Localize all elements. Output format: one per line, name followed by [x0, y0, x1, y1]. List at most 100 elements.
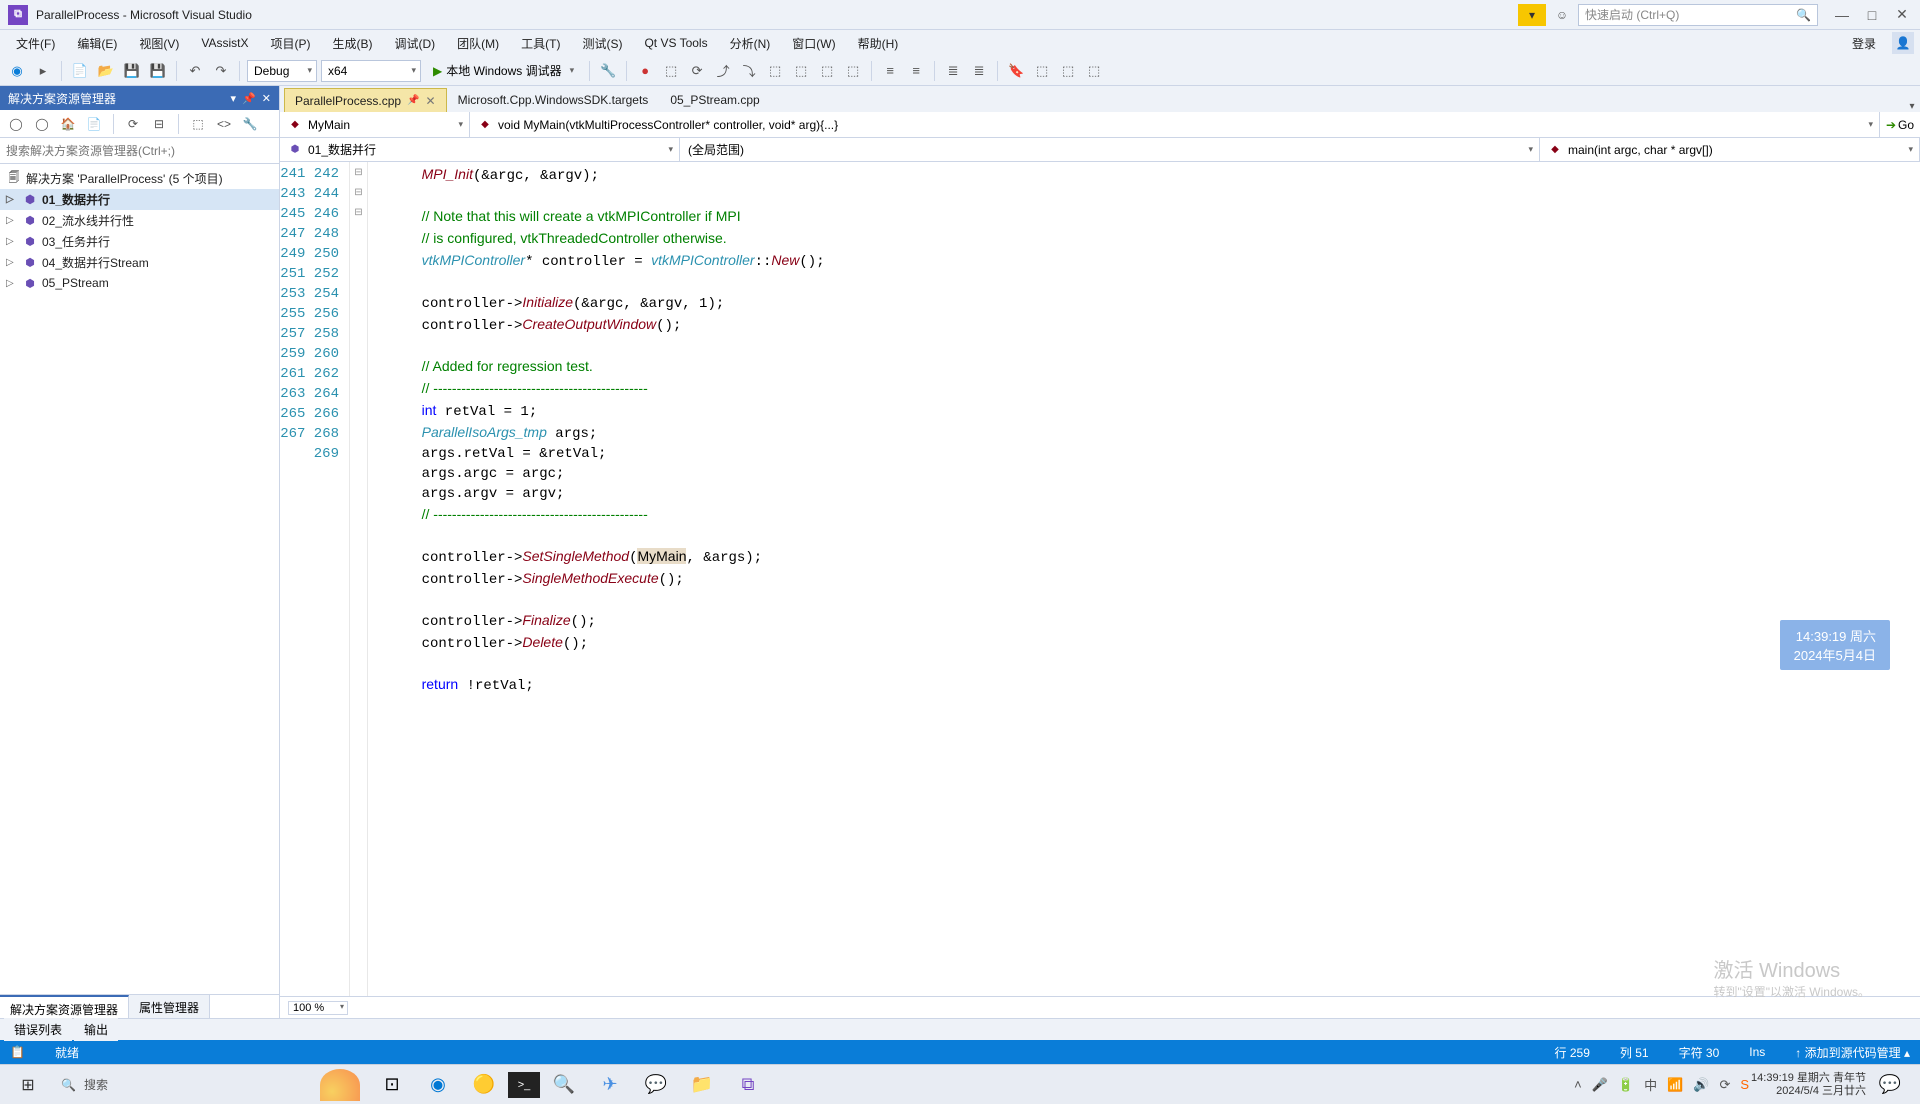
expand-icon[interactable]: ▷ — [6, 236, 18, 247]
solution-search-input[interactable] — [6, 144, 273, 158]
wechat-icon[interactable]: 💬 — [634, 1067, 678, 1103]
expand-icon[interactable]: ▷ — [6, 215, 18, 226]
everything-icon[interactable]: 🔍 — [542, 1067, 586, 1103]
tray-up-icon[interactable]: ˄ — [1574, 1077, 1582, 1092]
redo-button[interactable]: ↷ — [210, 60, 232, 82]
avatar-icon[interactable]: 👤 — [1892, 32, 1914, 54]
nav-function-dropdown[interactable]: ◆ void MyMain(vtkMultiProcessController*… — [470, 112, 1880, 137]
maximize-button[interactable]: □ — [1862, 5, 1882, 25]
tb-icon-17[interactable]: ⬚ — [1083, 60, 1105, 82]
notifications-icon[interactable]: 💬 — [1868, 1067, 1912, 1103]
new-project-button[interactable]: 📄 — [69, 60, 91, 82]
tab-output[interactable]: 输出 — [74, 1018, 118, 1041]
tb-icon-5[interactable]: ⤴ — [712, 60, 734, 82]
sol-sync-icon[interactable]: 📄 — [84, 114, 104, 134]
run-button[interactable]: ▶ 本地 Windows 调试器 ▾ — [425, 60, 582, 82]
tab-error-list[interactable]: 错误列表 — [4, 1018, 72, 1041]
config-dropdown[interactable]: Debug — [247, 60, 317, 82]
sync-icon[interactable]: ⟳ — [1719, 1077, 1730, 1093]
tb-icon-12[interactable]: ≡ — [905, 60, 927, 82]
menu-tools[interactable]: 工具(T) — [511, 32, 570, 55]
sol-props-icon[interactable]: 🔧 — [240, 114, 260, 134]
tb-icon-10[interactable]: ⬚ — [842, 60, 864, 82]
chrome-icon[interactable]: 🟡 — [462, 1067, 506, 1103]
fold-column[interactable]: ⊟ ⊟ ⊟ — [350, 162, 368, 996]
tb-icon-11[interactable]: ≡ — [879, 60, 901, 82]
login-link[interactable]: 登录 — [1842, 32, 1886, 55]
tb-icon-15[interactable]: ⬚ — [1031, 60, 1053, 82]
project-item[interactable]: ▷ ⬢ 01_数据并行 — [0, 189, 279, 210]
sol-back-icon[interactable]: ◯ — [6, 114, 26, 134]
menu-edit[interactable]: 编辑(E) — [67, 32, 127, 55]
sol-code-icon[interactable]: <> — [214, 114, 234, 134]
pin-icon[interactable]: 📌 — [242, 92, 256, 105]
notification-button[interactable]: ▾ — [1518, 4, 1546, 26]
feedback-button[interactable]: ☺ — [1552, 5, 1572, 25]
tb-icon-6[interactable]: ⤵ — [738, 60, 760, 82]
tab-overflow-icon[interactable]: ▾ — [1904, 101, 1920, 112]
system-tray[interactable]: ˄ 🎤 🔋 中 📶 🔊 ⟳ S — [1574, 1075, 1749, 1094]
menu-view[interactable]: 视图(V) — [129, 32, 189, 55]
sol-refresh-icon[interactable]: ⟳ — [123, 114, 143, 134]
save-button[interactable]: 💾 — [121, 60, 143, 82]
editor-tab[interactable]: Microsoft.Cpp.WindowsSDK.targets — [447, 88, 660, 112]
menu-qt[interactable]: Qt VS Tools — [634, 33, 717, 53]
expand-icon[interactable]: ▷ — [6, 278, 18, 289]
menu-test[interactable]: 测试(S) — [572, 32, 632, 55]
go-button[interactable]: ➔ Go — [1880, 112, 1920, 137]
menu-help[interactable]: 帮助(H) — [848, 32, 909, 55]
edge-icon[interactable]: ◉ — [416, 1067, 460, 1103]
close-icon[interactable]: ✕ — [426, 94, 436, 108]
sol-home-icon[interactable]: 🏠 — [58, 114, 78, 134]
tb-icon-7[interactable]: ⬚ — [764, 60, 786, 82]
terminal-icon[interactable]: >_ — [508, 1072, 540, 1098]
tb-icon-13[interactable]: ≣ — [942, 60, 964, 82]
nav-project-dropdown[interactable]: ⬢ 01_数据并行 — [280, 138, 680, 161]
tb-icon-1[interactable]: 🔧 — [597, 60, 619, 82]
tb-icon-9[interactable]: ⬚ — [816, 60, 838, 82]
open-button[interactable]: 📂 — [95, 60, 117, 82]
minimize-button[interactable]: — — [1832, 5, 1852, 25]
vs-icon[interactable]: ⧉ — [726, 1067, 770, 1103]
volume-icon[interactable]: 🔊 — [1693, 1077, 1709, 1093]
code-editor[interactable]: 241 242 243 244 245 246 247 248 249 250 … — [280, 162, 1920, 996]
tb-icon-3[interactable]: ⬚ — [660, 60, 682, 82]
taskbar-clock[interactable]: 14:39:19 星期六 青年节 2024/5/4 三月廿六 — [1751, 1072, 1866, 1098]
project-item[interactable]: ▷ ⬢ 03_任务并行 — [0, 231, 279, 252]
tb-icon-4[interactable]: ⟳ — [686, 60, 708, 82]
editor-tab-active[interactable]: ParallelProcess.cpp 📌 ✕ — [284, 88, 447, 112]
status-source-control[interactable]: ↑ 添加到源代码管理 ▴ — [1795, 1044, 1910, 1061]
menu-debug[interactable]: 调试(D) — [384, 32, 445, 55]
editor-tab[interactable]: 05_PStream.cpp — [659, 88, 770, 112]
cortana-icon[interactable] — [320, 1069, 360, 1101]
sol-fwd-icon[interactable]: ◯ — [32, 114, 52, 134]
menu-team[interactable]: 团队(M) — [447, 32, 509, 55]
tab-solution-explorer[interactable]: 解决方案资源管理器 — [0, 995, 129, 1018]
battery-icon[interactable]: 🔋 — [1618, 1077, 1634, 1093]
menu-window[interactable]: 窗口(W) — [782, 32, 845, 55]
project-item[interactable]: ▷ ⬢ 02_流水线并行性 — [0, 210, 279, 231]
taskbar-search[interactable]: 🔍 搜索 — [50, 1069, 310, 1101]
tb-icon-8[interactable]: ⬚ — [790, 60, 812, 82]
expand-icon[interactable]: ▷ — [6, 194, 18, 205]
zoom-dropdown[interactable]: 100 % — [288, 1001, 348, 1015]
tb-icon-16[interactable]: ⬚ — [1057, 60, 1079, 82]
task-view-icon[interactable]: ⊡ — [370, 1067, 414, 1103]
platform-dropdown[interactable]: x64 — [321, 60, 421, 82]
expand-icon[interactable]: ▷ — [6, 257, 18, 268]
nav-fwd-button[interactable]: ▸ — [32, 60, 54, 82]
solution-root[interactable]: 🗐 解决方案 'ParallelProcess' (5 个项目) — [0, 168, 279, 189]
start-button[interactable]: ⊞ — [8, 1069, 48, 1101]
menu-vassist[interactable]: VAssistX — [191, 33, 258, 53]
tb-icon-2[interactable]: ● — [634, 60, 656, 82]
project-item[interactable]: ▷ ⬢ 04_数据并行Stream — [0, 252, 279, 273]
nav-back-button[interactable]: ◉ — [6, 60, 28, 82]
project-item[interactable]: ▷ ⬢ 05_PStream — [0, 273, 279, 293]
close-icon[interactable]: ✕ — [262, 92, 271, 105]
app-icon-1[interactable]: ✈ — [588, 1067, 632, 1103]
explorer-icon[interactable]: 📁 — [680, 1067, 724, 1103]
code-text[interactable]: MPI_Init(&argc, &argv); // Note that thi… — [368, 162, 1920, 996]
sogou-icon[interactable]: S — [1740, 1077, 1749, 1092]
menu-file[interactable]: 文件(F) — [6, 32, 65, 55]
pin-icon[interactable]: 📌 — [407, 95, 419, 106]
